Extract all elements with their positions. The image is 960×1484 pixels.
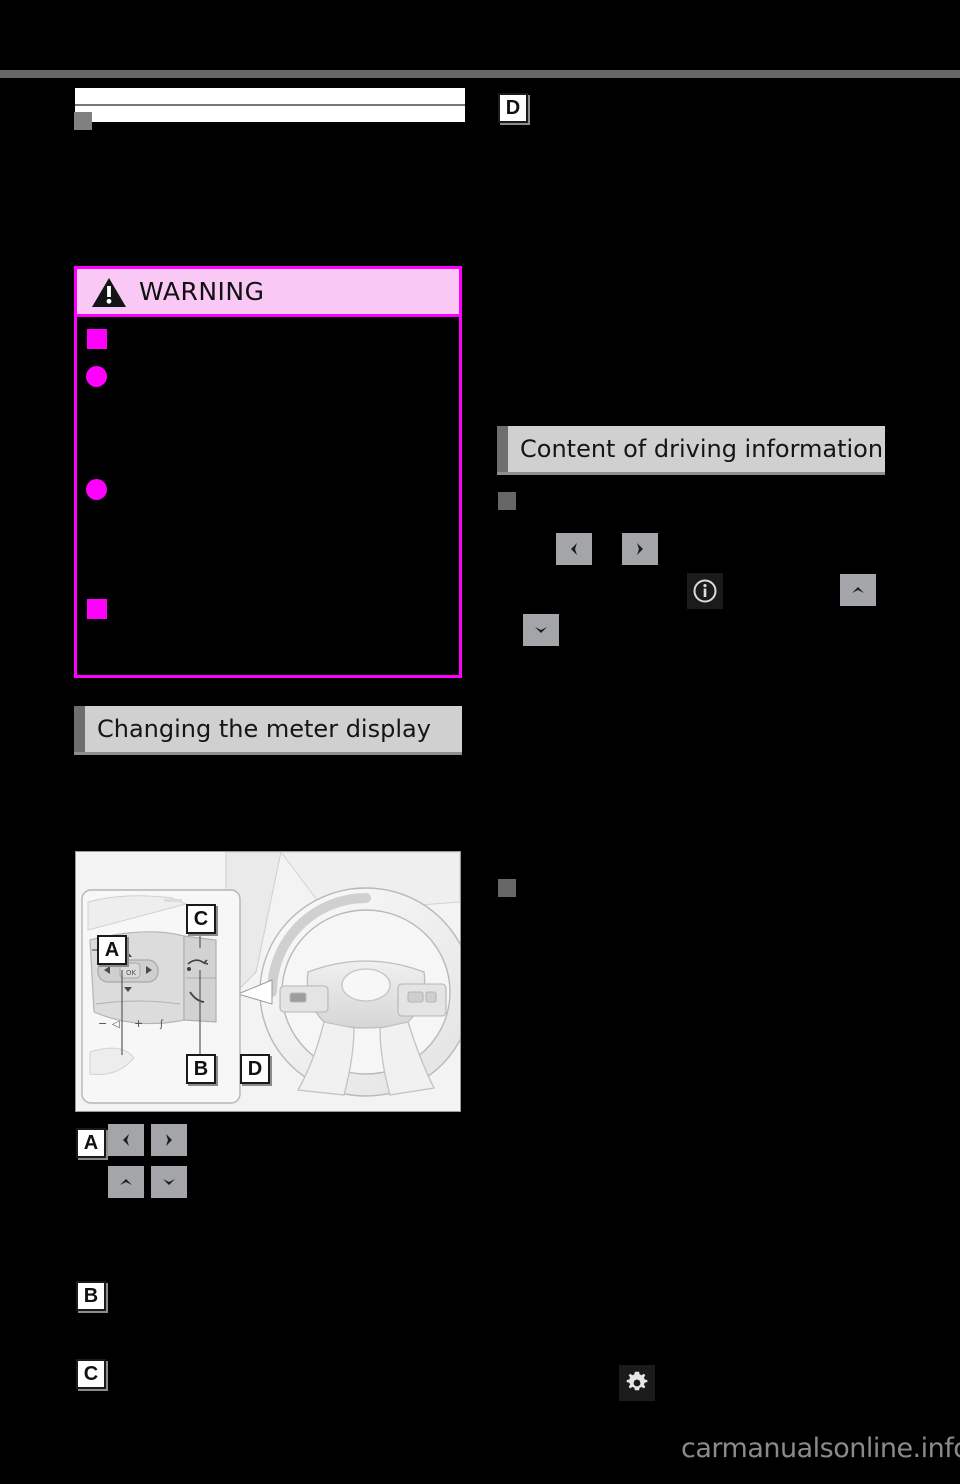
- info-circle-icon: [693, 579, 717, 603]
- gear-icon: [626, 1371, 648, 1391]
- svg-text:OK: OK: [126, 969, 137, 977]
- warning-panel-body: [77, 317, 459, 675]
- heading-changing-meter-display: Changing the meter display: [74, 706, 462, 752]
- warning-bullet-square-1: [87, 329, 107, 349]
- chevron-left-icon: [123, 1134, 129, 1146]
- illustration-callout-b: B: [186, 1054, 216, 1084]
- title-underline: [75, 104, 465, 106]
- illustration-callout-d: D: [240, 1054, 270, 1084]
- info-button[interactable]: [687, 573, 723, 609]
- warning-panel-header: WARNING: [77, 269, 459, 317]
- heading-changing-meter-display-label: Changing the meter display: [97, 715, 431, 743]
- subsection-ghost-text: [96, 108, 296, 115]
- callout-b: B: [76, 1281, 106, 1311]
- svg-text:+: +: [134, 1017, 143, 1030]
- info-switch-left-button[interactable]: [556, 533, 592, 565]
- meter-switch-down-button[interactable]: [151, 1166, 187, 1198]
- illustration-callout-c: C: [186, 904, 216, 934]
- svg-text:ʃ: ʃ: [159, 1019, 164, 1030]
- meter-switch-up-button[interactable]: [108, 1166, 144, 1198]
- manual-page: WARNING Changing the meter display OK − …: [0, 0, 960, 1484]
- heading-content-of-driving-information-label: Content of driving information: [520, 435, 884, 463]
- page-top-rule: [0, 70, 960, 78]
- heading-accent-tab-2: [497, 426, 508, 472]
- info-switch-right-button[interactable]: [622, 533, 658, 565]
- chevron-right-icon: [637, 543, 643, 555]
- subsection-marker-icon-3: [498, 879, 516, 897]
- svg-text:◁: ◁: [112, 1019, 120, 1030]
- callout-d: D: [498, 93, 528, 123]
- subsection-marker-icon-2: [498, 492, 516, 510]
- warning-panel: WARNING: [74, 266, 462, 678]
- warning-bullet-circle-1: [86, 366, 107, 387]
- meter-switch-right-button[interactable]: [151, 1124, 187, 1156]
- warning-triangle-icon: [92, 277, 126, 307]
- chevron-up-icon: [852, 587, 864, 593]
- chevron-left-icon: [571, 543, 577, 555]
- heading-content-of-driving-information: Content of driving information: [497, 426, 885, 472]
- chevron-up-icon: [120, 1179, 132, 1185]
- info-switch-down-button[interactable]: [523, 614, 559, 646]
- meter-switch-left-button[interactable]: [108, 1124, 144, 1156]
- info-switch-up-button[interactable]: [840, 574, 876, 606]
- callout-c: C: [76, 1359, 106, 1389]
- warning-bullet-square-2: [87, 599, 107, 619]
- chevron-right-icon: [166, 1134, 172, 1146]
- site-watermark: carmanualsonline.info: [681, 1433, 960, 1464]
- settings-button[interactable]: [619, 1365, 655, 1401]
- heading-accent-tab: [74, 706, 85, 752]
- chevron-down-icon: [535, 627, 547, 633]
- subsection-marker-icon: [74, 112, 92, 130]
- steering-wheel-switches-illustration: OK − ◁ + ʃ A B C D: [75, 851, 461, 1112]
- callout-a: A: [76, 1128, 106, 1158]
- chevron-down-icon: [163, 1179, 175, 1185]
- illustration-callout-a: A: [97, 935, 127, 965]
- warning-title: WARNING: [139, 277, 265, 306]
- svg-text:−: −: [98, 1017, 107, 1030]
- warning-bullet-circle-2: [86, 479, 107, 500]
